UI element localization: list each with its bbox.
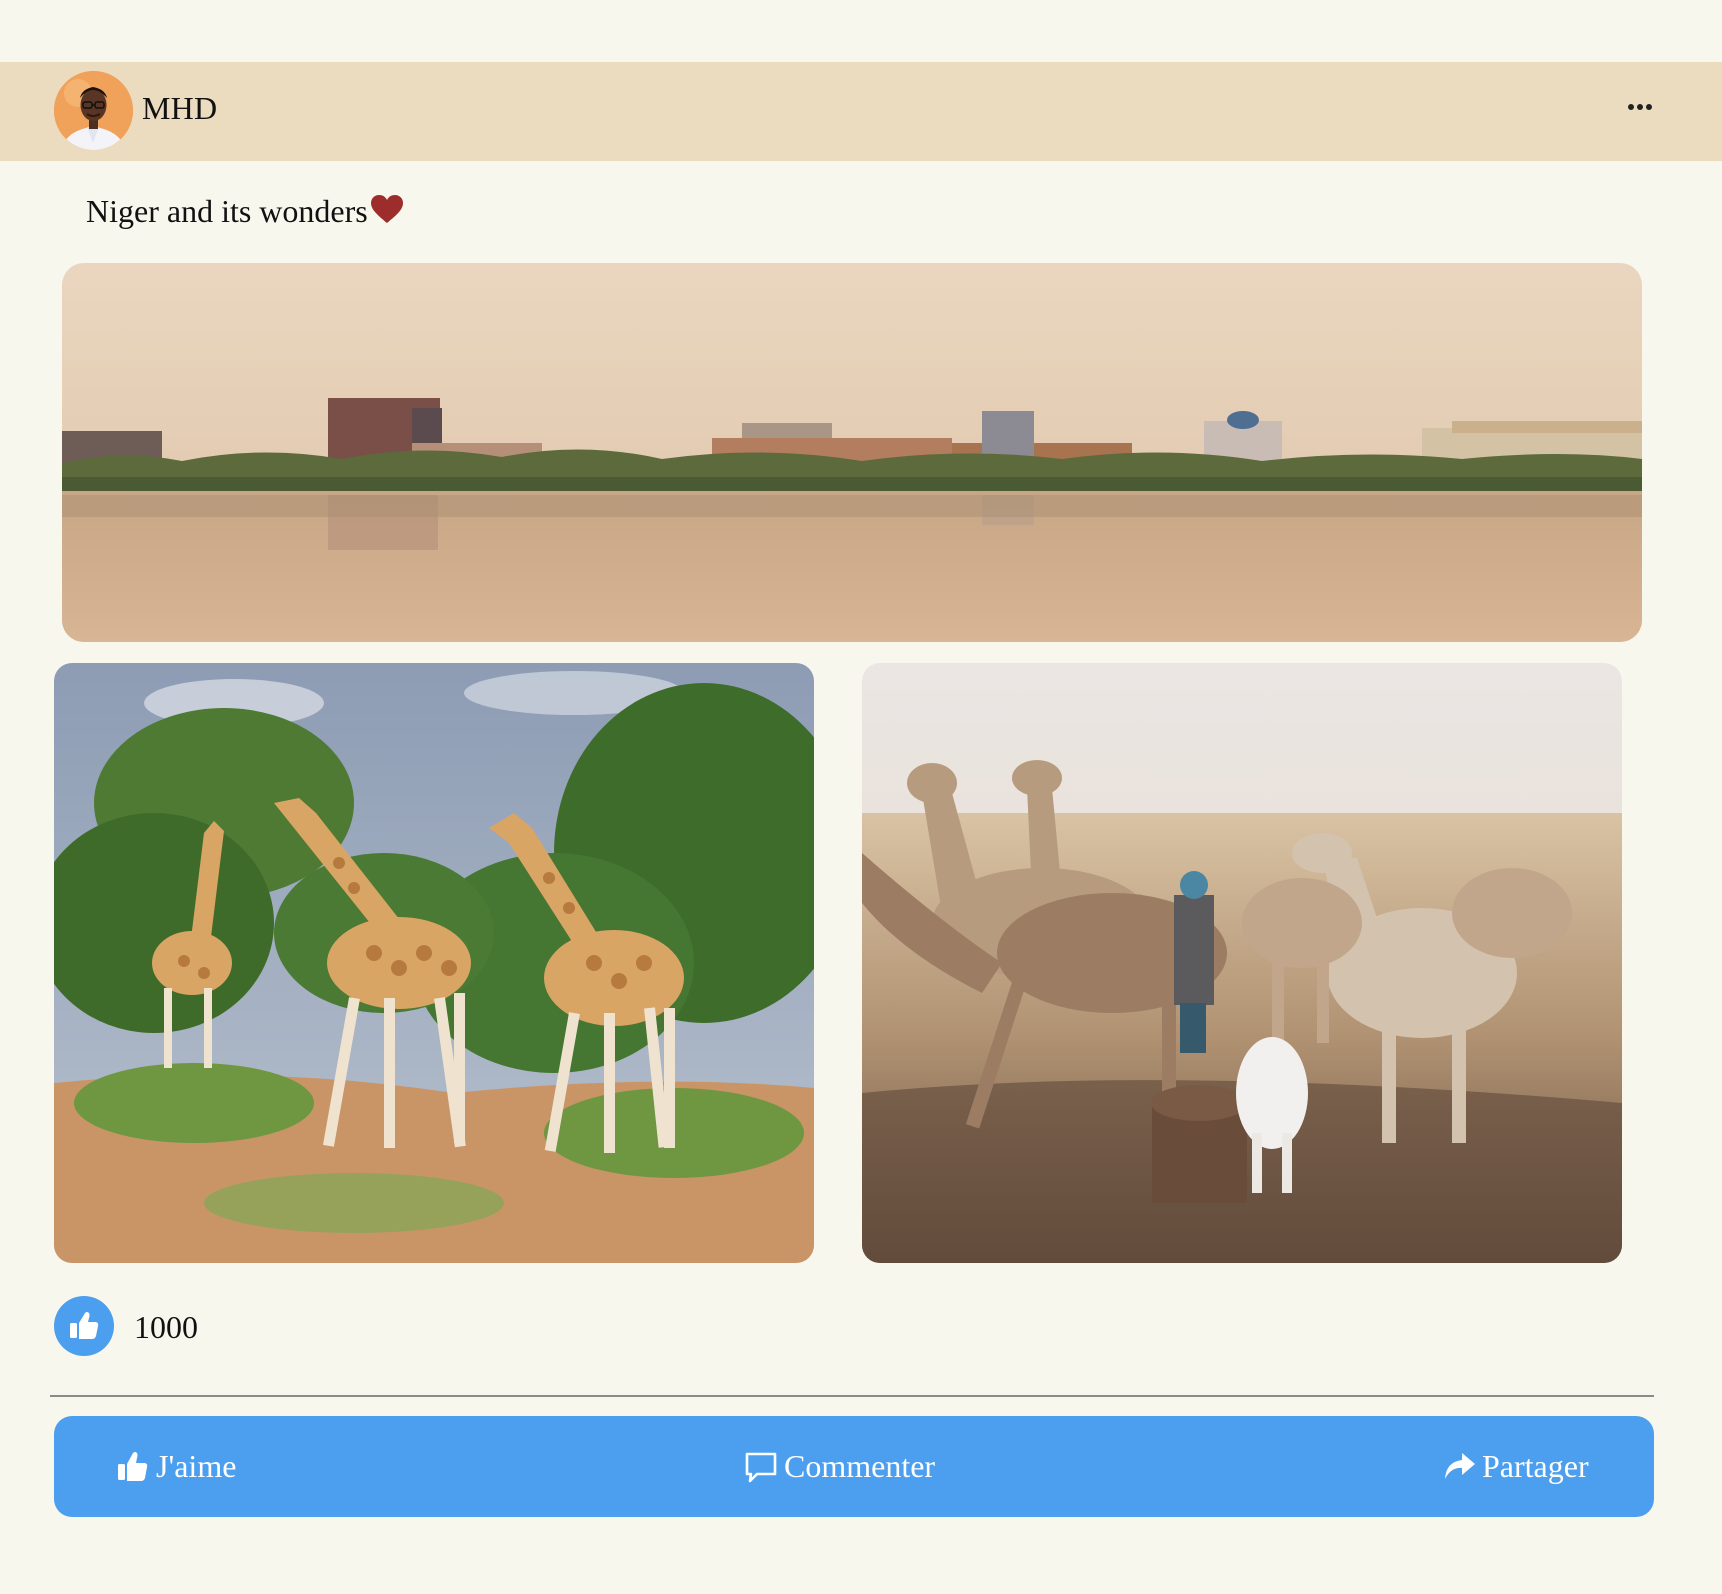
like-button[interactable]: J'aime [116,1416,236,1517]
thumbs-up-icon [118,1451,148,1481]
comment-icon [745,1452,777,1482]
giraffes-image [54,663,814,1263]
heart-icon [370,194,403,223]
thumbs-up-icon [70,1312,99,1339]
more-options-icon[interactable] [1622,96,1658,116]
photo-giraffes[interactable] [54,663,814,1263]
share-button[interactable]: Partager [1442,1416,1589,1517]
avatar[interactable] [54,71,133,150]
divider [50,1395,1654,1397]
photo-camels[interactable] [862,663,1622,1263]
like-count: 1000 [134,1309,198,1345]
post-caption: Niger and its wonders [86,193,404,230]
caption-text: Niger and its wonders [86,193,368,229]
comment-button-label: Commenter [784,1448,936,1484]
camels-image [862,663,1622,1263]
comment-button[interactable]: Commenter [744,1416,935,1517]
author-name[interactable]: MHD [142,90,217,127]
skyline-image [62,263,1642,642]
post-header: MHD [0,62,1722,161]
avatar-image [54,71,133,150]
action-bar: J'aime Commenter Partager [54,1416,1654,1517]
share-icon [1445,1452,1475,1479]
share-button-label: Partager [1482,1448,1589,1484]
like-count-badge[interactable] [54,1296,114,1356]
photo-niamey-skyline[interactable] [62,263,1642,642]
like-button-label: J'aime [156,1448,237,1484]
